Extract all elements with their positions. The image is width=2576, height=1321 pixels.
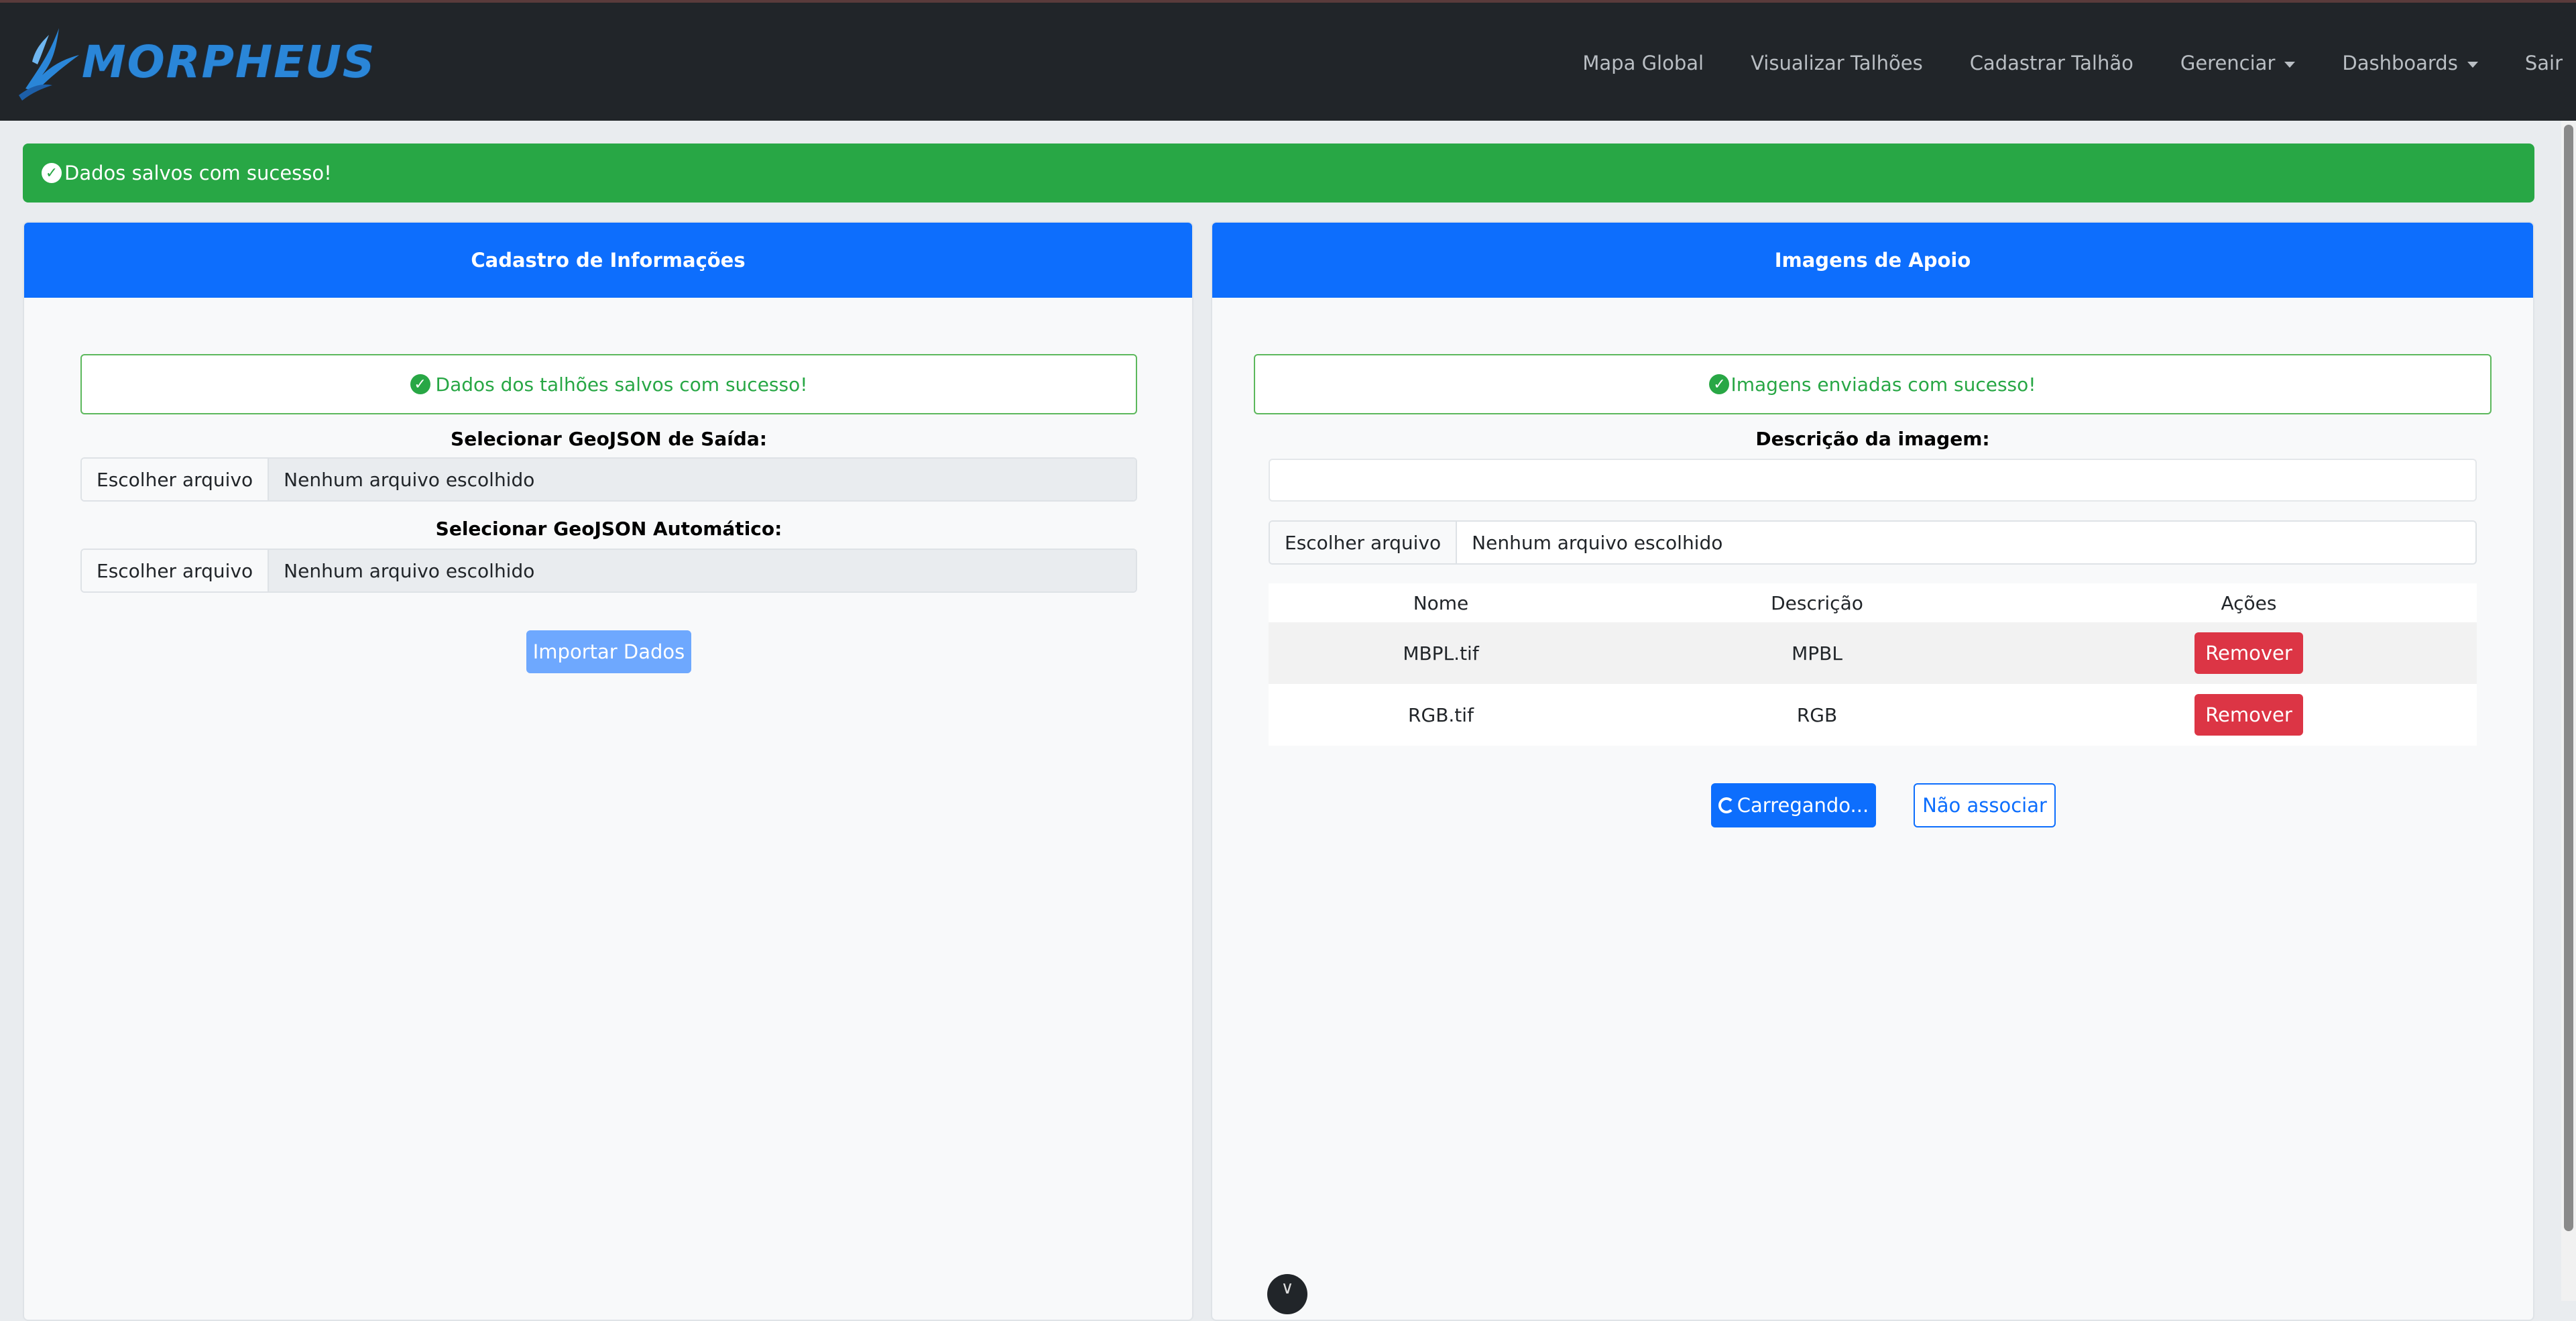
check-circle-icon: ✓ (42, 163, 62, 183)
carregando-label: Carregando... (1737, 794, 1869, 817)
choose-file-button[interactable]: Escolher arquivo (82, 459, 270, 500)
geojson-automatico-file-input[interactable]: Escolher arquivo Nenhum arquivo escolhid… (80, 549, 1137, 593)
label-geojson-saida: Selecionar GeoJSON de Saída: (451, 428, 767, 450)
nav-dashboards-dropdown[interactable]: Dashboards (2342, 52, 2478, 74)
table-row: RGB.tif RGB Remover (1269, 684, 2477, 746)
descricao-imagem-input[interactable] (1269, 459, 2477, 502)
table-header-row: Nome Descrição Ações (1269, 583, 2477, 622)
cell-nome: RGB.tif (1269, 684, 1613, 746)
nav-links: Mapa Global Visualizar Talhões Cadastrar… (1582, 3, 2576, 123)
cell-nome: MBPL.tif (1269, 622, 1613, 684)
nav-gerenciar-label: Gerenciar (2180, 52, 2276, 74)
carregando-button[interactable]: Carregando... (1711, 783, 1876, 827)
cadastro-card-title: Cadastro de Informações (24, 223, 1192, 298)
phoenix-logo-icon (19, 28, 79, 101)
remover-button[interactable]: Remover (2194, 694, 2303, 736)
chevron-down-icon[interactable]: ∨ (1267, 1274, 1307, 1314)
remover-button[interactable]: Remover (2194, 632, 2303, 674)
importar-dados-button[interactable]: Importar Dados (526, 630, 691, 673)
spinner-icon (1718, 797, 1735, 813)
check-circle-icon: ✓ (410, 374, 430, 394)
nav-sair[interactable]: Sair (2525, 52, 2563, 74)
geojson-saida-file-input[interactable]: Escolher arquivo Nenhum arquivo escolhid… (80, 457, 1137, 502)
success-alert-message: Dados salvos com sucesso! (64, 162, 332, 184)
cadastro-card: Cadastro de Informações ✓ Dados dos talh… (23, 221, 1193, 1321)
check-circle-icon: ✓ (1709, 374, 1730, 394)
caret-down-icon (2467, 61, 2478, 68)
label-descricao-imagem: Descrição da imagem: (1755, 428, 1990, 450)
talhoes-success-notice: ✓ Dados dos talhões salvos com sucesso! (80, 354, 1137, 414)
label-geojson-automatico: Selecionar GeoJSON Automático: (435, 518, 782, 540)
file-status-text: Nenhum arquivo escolhido (269, 459, 1136, 500)
nav-dashboards-label: Dashboards (2342, 52, 2458, 74)
column-header-descricao: Descrição (1613, 583, 2021, 622)
imagens-table: Nome Descrição Ações MBPL.tif MPBL Remov… (1269, 583, 2477, 746)
imagens-apoio-card-title: Imagens de Apoio (1212, 223, 2533, 298)
scrollbar-thumb[interactable] (2564, 125, 2573, 1231)
nav-gerenciar-dropdown[interactable]: Gerenciar (2180, 52, 2296, 74)
cell-acoes: Remover (2021, 684, 2477, 746)
cell-descricao: RGB (1613, 684, 2021, 746)
brand-logo[interactable]: MORPHEUS (12, 21, 374, 102)
cell-acoes: Remover (2021, 622, 2477, 684)
column-header-nome: Nome (1269, 583, 1613, 622)
file-status-text: Nenhum arquivo escolhido (1472, 531, 1723, 554)
imagem-file-input[interactable]: Escolher arquivo Nenhum arquivo escolhid… (1269, 520, 2477, 565)
success-alert: ✓ Dados salvos com sucesso! (23, 143, 2534, 203)
nav-visualizar-talhoes[interactable]: Visualizar Talhões (1751, 52, 1923, 74)
column-header-acoes: Ações (2021, 583, 2477, 622)
choose-file-button[interactable]: Escolher arquivo (1270, 522, 1458, 563)
talhoes-success-text: Dados dos talhões salvos com sucesso! (435, 373, 808, 396)
imagens-apoio-card: Imagens de Apoio ✓ Imagens enviadas com … (1211, 221, 2534, 1321)
file-status-text: Nenhum arquivo escolhido (269, 550, 1136, 591)
cell-descricao: MPBL (1613, 622, 2021, 684)
nav-cadastrar-talhao[interactable]: Cadastrar Talhão (1970, 52, 2133, 74)
nao-associar-button[interactable]: Não associar (1914, 783, 2056, 827)
brand-name: MORPHEUS (82, 36, 376, 88)
nav-mapa-global[interactable]: Mapa Global (1582, 52, 1704, 74)
navbar: MORPHEUS Mapa Global Visualizar Talhões … (0, 0, 2576, 121)
imagens-success-text: Imagens enviadas com sucesso! (1731, 373, 2036, 396)
imagens-success-notice: ✓ Imagens enviadas com sucesso! (1254, 354, 2492, 414)
table-row: MBPL.tif MPBL Remover (1269, 622, 2477, 684)
caret-down-icon (2284, 61, 2296, 68)
choose-file-button[interactable]: Escolher arquivo (82, 550, 270, 591)
